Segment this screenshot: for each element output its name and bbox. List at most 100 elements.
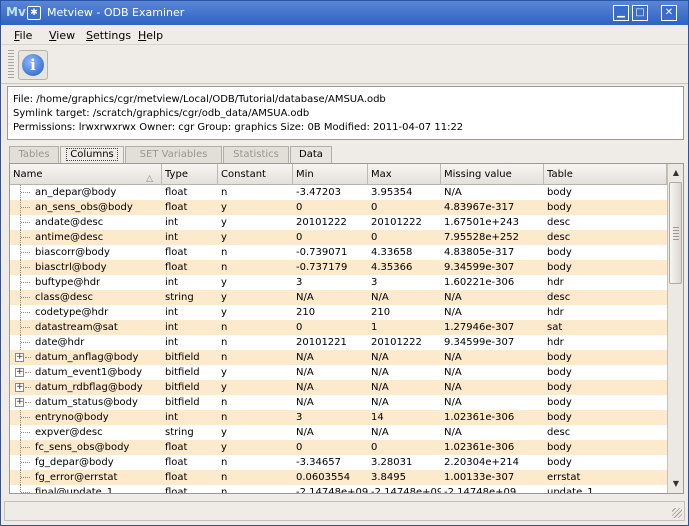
cell-name: andate@desc [35, 217, 104, 228]
resize-grip[interactable] [672, 508, 682, 518]
header-table[interactable]: Table [544, 164, 667, 185]
tab-statistics[interactable]: Statistics [223, 146, 289, 163]
cell-missing-value: N/A [444, 427, 462, 438]
cell-missing-value: 1.00133e-307 [444, 472, 515, 483]
cell-min: -0.737179 [296, 262, 348, 273]
header-constant[interactable]: Constant [218, 164, 293, 185]
cell-constant: n [221, 352, 228, 363]
table-row[interactable]: biasctrl@body float n -0.737179 4.35366 9.345… [10, 260, 667, 275]
cell-max: N/A [371, 367, 389, 378]
cell-max: -2.14748e+09 [371, 487, 441, 494]
cell-min: -2.14748e+09 [296, 487, 368, 494]
table-row[interactable]: + datum_event1@body bitfield y N/A N/A N/A body [10, 365, 667, 380]
cell-type: bitfield [165, 382, 200, 393]
tab-tables[interactable]: Tables [9, 146, 59, 163]
table-row[interactable]: fc_sens_obs@body float y 0 0 1.02361e-306 body [10, 440, 667, 455]
cell-table: hdr [547, 307, 564, 318]
cell-max: N/A [371, 427, 389, 438]
columns-table[interactable]: Name △ Type Constant Min Max Missing valu… [9, 163, 684, 494]
cell-max: 210 [371, 307, 391, 318]
table-row[interactable]: andate@desc int y 20101222 20101222 1.67501e+… [10, 215, 667, 230]
metview-app-icon[interactable]: Mv [6, 5, 26, 19]
table-header: Name △ Type Constant Min Max Missing valu… [10, 164, 667, 185]
table-row[interactable]: biascorr@body float n -0.739071 4.33658 4.838… [10, 245, 667, 260]
cell-constant: y [221, 442, 227, 453]
cell-missing-value: 1.27946e-307 [444, 322, 515, 333]
menu-help[interactable]: Help [138, 29, 163, 42]
cell-type: bitfield [165, 352, 200, 363]
cell-constant: y [221, 427, 227, 438]
cell-type: string [165, 292, 194, 303]
table-row[interactable]: date@hdr int n 20101221 20101222 9.34599e-307… [10, 335, 667, 350]
cell-min: -0.739071 [296, 247, 348, 258]
toolbar-grip[interactable] [8, 50, 14, 80]
menu-view[interactable]: View [49, 29, 75, 42]
cell-constant: y [221, 292, 227, 303]
header-type[interactable]: Type [162, 164, 218, 185]
cell-missing-value: -2.14748e+09 [444, 487, 517, 494]
cell-max: 20101222 [371, 337, 422, 348]
menu-settings[interactable]: Settings [86, 29, 131, 42]
cell-constant: y [221, 277, 227, 288]
tree-connector [21, 192, 30, 193]
cell-max: 3.28031 [371, 457, 413, 468]
cell-name: datum_rdbflag@body [35, 382, 143, 393]
cell-type: float [165, 262, 188, 273]
table-row[interactable]: fg_depar@body float n -3.34657 3.28031 2.2030… [10, 455, 667, 470]
tab-data[interactable]: Data [290, 146, 332, 163]
window-menu-icon[interactable]: ✱ [27, 6, 41, 20]
menu-file[interactable]: File [14, 29, 32, 42]
scroll-down-icon[interactable]: ▼ [670, 478, 682, 490]
table-row[interactable]: final@update_1 float n -2.14748e+09 -2.14748… [10, 485, 667, 494]
toolbar: i [1, 46, 688, 84]
tree-connector [21, 432, 30, 433]
cell-name: expver@desc [35, 427, 103, 438]
minimize-button[interactable]: ▁ [613, 5, 629, 21]
table-row[interactable]: datastream@sat int n 0 1 1.27946e-307 sat [10, 320, 667, 335]
expand-icon[interactable]: + [15, 353, 24, 362]
close-button[interactable]: ✕ [661, 5, 677, 21]
cell-table: body [547, 397, 572, 408]
cell-constant: y [221, 307, 227, 318]
cell-table: body [547, 262, 572, 273]
cell-constant: n [221, 247, 228, 258]
cell-min: -3.34657 [296, 457, 341, 468]
expand-icon[interactable]: + [15, 398, 24, 407]
window-title: Metview - ODB Examiner [47, 6, 185, 19]
info-icon: i [22, 54, 44, 76]
header-missing-value[interactable]: Missing value [441, 164, 544, 185]
cell-missing-value: N/A [444, 352, 462, 363]
table-row[interactable]: entryno@body int n 3 14 1.02361e-306 body [10, 410, 667, 425]
cell-type: float [165, 202, 188, 213]
header-max[interactable]: Max [368, 164, 441, 185]
header-name[interactable]: Name △ [10, 164, 162, 185]
tab-set-variables[interactable]: SET Variables [125, 146, 222, 163]
expand-icon[interactable]: + [15, 383, 24, 392]
maximize-button[interactable]: □ [632, 5, 648, 21]
table-row[interactable]: an_depar@body float n -3.47203 3.95354 N/A bod… [10, 185, 667, 200]
tree-connector [21, 237, 30, 238]
cell-name: date@hdr [35, 337, 85, 348]
table-row[interactable]: codetype@hdr int y 210 210 N/A hdr [10, 305, 667, 320]
scroll-thumb[interactable] [669, 182, 682, 284]
expand-icon[interactable]: + [15, 368, 24, 377]
info-button[interactable]: i [18, 50, 48, 80]
scroll-up-icon[interactable]: ▲ [670, 167, 682, 179]
cell-max: 1 [371, 322, 378, 333]
table-row[interactable]: + datum_status@body bitfield n N/A N/A N/A body [10, 395, 667, 410]
table-row[interactable]: buftype@hdr int y 3 3 1.60221e-306 hdr [10, 275, 667, 290]
table-row[interactable]: expver@desc string y N/A N/A N/A desc [10, 425, 667, 440]
title-bar[interactable]: Mv ✱ Metview - ODB Examiner ▁ □ ✕ [1, 1, 688, 25]
table-row[interactable]: an_sens_obs@body float y 0 0 4.83967e-317 body [10, 200, 667, 215]
table-row[interactable]: fg_error@errstat float n 0.0603554 3.8495 1.0… [10, 470, 667, 485]
header-min[interactable]: Min [293, 164, 368, 185]
table-row[interactable]: + datum_anflag@body bitfield n N/A N/A N/A body [10, 350, 667, 365]
cell-constant: y [221, 217, 227, 228]
vertical-scrollbar[interactable]: ▲ ▼ [667, 164, 683, 493]
tab-columns[interactable]: Columns [60, 146, 124, 163]
cell-table: body [547, 442, 572, 453]
table-row[interactable]: + datum_rdbflag@body bitfield y N/A N/A N/A bod… [10, 380, 667, 395]
table-row[interactable]: class@desc string y N/A N/A N/A desc [10, 290, 667, 305]
table-row[interactable]: antime@desc int y 0 0 7.95528e+252 desc [10, 230, 667, 245]
cell-constant: y [221, 382, 227, 393]
